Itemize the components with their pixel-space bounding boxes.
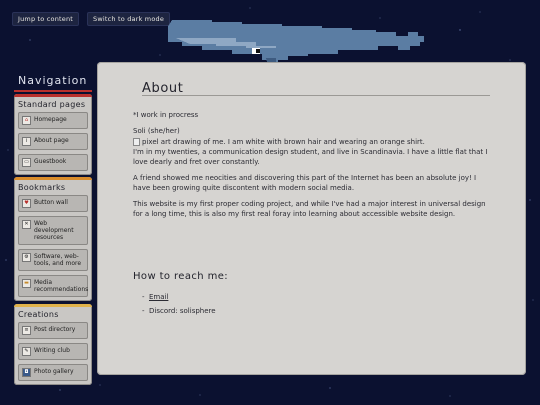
standard-pages-panel: Standard pages ⌂ Homepage i About page ▭ Gu… <box>14 94 92 175</box>
camera-icon: ◘ <box>22 368 31 377</box>
pronouns-text: Soli (she/her) <box>133 127 180 135</box>
nav-item-about[interactable]: i About page <box>18 133 88 150</box>
nav-item-label: Homepage <box>34 116 67 123</box>
document-icon: ≡ <box>22 326 31 335</box>
book-icon: ▭ <box>22 158 31 167</box>
creations-panel: Creations ≡ Post directory ✎ Writing club … <box>14 304 92 385</box>
navigation-title: Navigation <box>18 74 88 87</box>
folder-icon: ▬ <box>22 279 31 288</box>
coding-paragraph: This website is my first proper coding p… <box>133 200 486 218</box>
contact-item-email: - Email <box>142 293 169 301</box>
nav-item-web-resources[interactable]: ✕ Web development resources <box>18 216 88 245</box>
nav-item-software[interactable]: ⚙ Software, web-tools, and more <box>18 249 88 271</box>
intro-paragraph: I'm in my twenties, a communication desi… <box>133 148 488 166</box>
nav-item-label: Post directory <box>34 326 76 333</box>
panel-accent-bar <box>14 304 92 307</box>
work-in-progress-note: *I work in procress <box>133 111 199 119</box>
email-link[interactable]: Email <box>149 293 168 301</box>
dark-mode-toggle[interactable]: Switch to dark mode <box>87 12 171 26</box>
nav-item-homepage[interactable]: ⌂ Homepage <box>18 112 88 129</box>
portrait-image: pixel art drawing of me. I am white with… <box>133 137 491 147</box>
nav-item-label: Photo gallery <box>34 368 74 375</box>
nav-item-label: Web development resources <box>34 220 74 241</box>
pencil-icon: ✎ <box>22 347 31 356</box>
panel-accent-bar <box>14 94 92 97</box>
home-icon: ⌂ <box>22 116 31 125</box>
nav-item-label: Button wall <box>34 199 68 206</box>
bookmarks-panel: Bookmarks ♥ Button wall ✕ Web development … <box>14 177 92 301</box>
about-content: *I work in procress Soli (she/her) pixel… <box>133 110 491 225</box>
nav-item-post-directory[interactable]: ≡ Post directory <box>18 322 88 339</box>
contact-item-discord: - Discord: solisphere <box>142 307 216 315</box>
nav-item-label: Writing club <box>34 347 70 354</box>
nav-item-writing-club[interactable]: ✎ Writing club <box>18 343 88 360</box>
navigation-divider <box>14 90 92 92</box>
nav-item-button-wall[interactable]: ♥ Button wall <box>18 195 88 212</box>
jump-to-content-link[interactable]: Jump to content <box>12 12 80 26</box>
info-icon: i <box>22 137 31 146</box>
contact-list: - Email - Discord: solisphere <box>142 290 216 318</box>
nav-item-photo-gallery[interactable]: ◘ Photo gallery <box>18 364 88 381</box>
bookmarks-heading: Bookmarks <box>18 183 66 192</box>
gear-icon: ⚙ <box>22 253 31 262</box>
nav-item-media[interactable]: ▬ Media recommendations <box>18 275 88 297</box>
discord-text: Discord: solisphere <box>148 307 216 315</box>
nav-item-label: Software, web-tools, and more <box>34 253 82 267</box>
page-title: About <box>142 81 184 96</box>
tools-icon: ✕ <box>22 220 31 229</box>
nav-item-label: Guestbook <box>34 158 67 165</box>
contact-heading: How to reach me: <box>133 271 229 282</box>
creations-heading: Creations <box>18 310 59 319</box>
nav-item-guestbook[interactable]: ▭ Guestbook <box>18 154 88 171</box>
heart-icon: ♥ <box>22 199 31 208</box>
standard-pages-heading: Standard pages <box>18 100 86 109</box>
broken-image-icon <box>133 138 140 146</box>
neocities-paragraph: A friend showed me neocities and discove… <box>133 174 477 192</box>
title-divider <box>142 95 490 96</box>
panel-accent-bar <box>14 177 92 180</box>
nav-item-label: Media recommendations <box>34 279 89 293</box>
image-alt-text: pixel art drawing of me. I am white with… <box>142 138 425 146</box>
nav-item-label: About page <box>34 137 69 144</box>
